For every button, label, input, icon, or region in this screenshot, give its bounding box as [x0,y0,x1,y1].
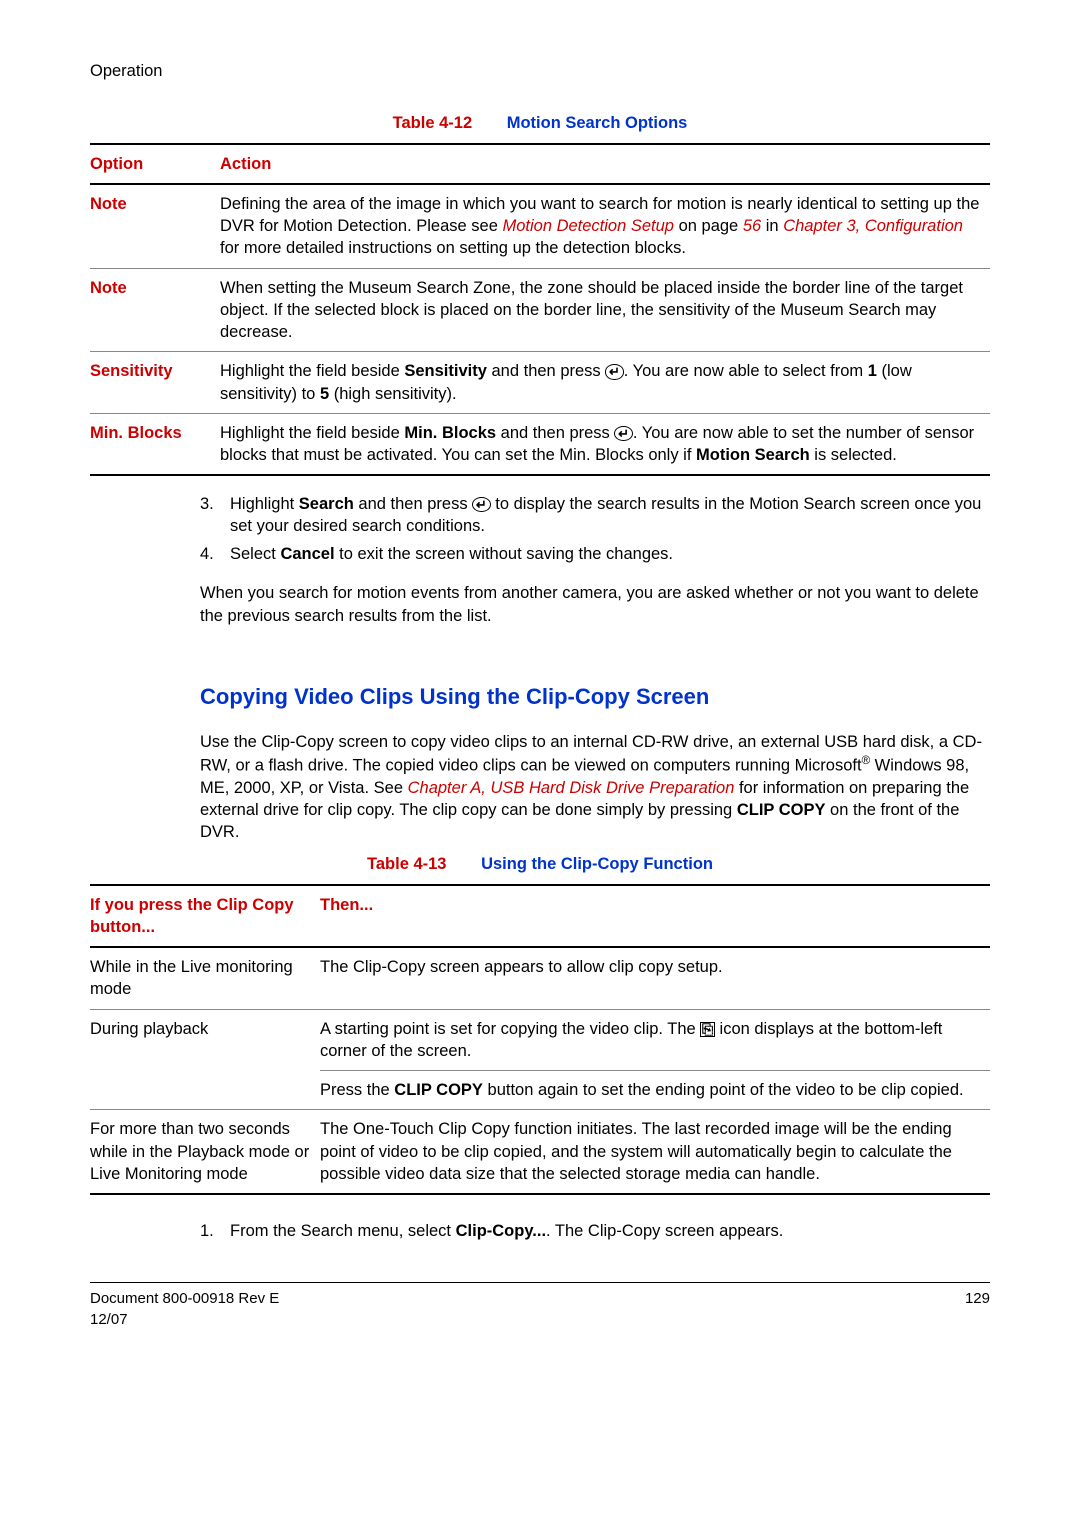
enter-icon: ↵ [614,426,633,441]
table-row: Min. Blocks Highlight the field beside M… [90,413,990,475]
section-header: Operation [90,60,990,82]
text: Highlight the field beside [220,424,404,442]
text: to exit the screen without saving the ch… [335,545,673,563]
link-usb-prep[interactable]: Chapter A, USB Hard Disk Drive Preparati… [408,779,735,797]
col-if: If you press the Clip Copy button... [90,885,320,948]
col-action: Action [220,144,990,184]
steps-block-b: 1. From the Search menu, select Clip-Cop… [200,1220,990,1242]
bold: Search [299,495,354,513]
text: is selected. [810,446,897,464]
text: Select [230,545,280,563]
step-1: 1. From the Search menu, select Clip-Cop… [200,1220,990,1242]
table-row: Note Defining the area of the image in w… [90,184,990,268]
text: on page [674,217,743,235]
bold: CLIP COPY [737,801,826,819]
clip-copy-intro: Use the Clip-Copy screen to copy video c… [200,731,990,843]
table-12-number: Table 4-12 [393,114,472,132]
table-row: While in the Live monitoring mode The Cl… [90,947,990,1009]
heading-clip-copy: Copying Video Clips Using the Clip-Copy … [200,682,990,712]
text: and then press [496,424,614,442]
bold: 1 [868,362,877,380]
text: (high sensitivity). [329,385,456,403]
bold: Clip-Copy... [456,1222,546,1240]
text: in [761,217,783,235]
table-12-caption: Table 4-12 Motion Search Options [90,112,990,134]
step-3: 3. Highlight Search and then press ↵ to … [200,493,990,538]
note-label: Note [90,184,220,268]
table-13-number: Table 4-13 [367,855,446,873]
text: A starting point is set for copying the … [320,1020,700,1038]
text: and then press [354,495,472,513]
text: Highlight [230,495,299,513]
r2-c2b: Press the CLIP COPY button again to set … [320,1071,990,1110]
minblocks-label: Min. Blocks [90,413,220,475]
enter-icon: ↵ [472,497,491,512]
clip-copy-function-table: If you press the Clip Copy button... The… [90,884,990,1196]
link-motion-detection-setup[interactable]: Motion Detection Setup [502,217,674,235]
table-row: Note When setting the Museum Search Zone… [90,268,990,352]
text: . The Clip-Copy screen appears. [546,1222,783,1240]
text: and then press [487,362,605,380]
r1-c1: While in the Live monitoring mode [90,947,320,1009]
table-13-caption: Table 4-13 Using the Clip-Copy Function [90,853,990,875]
copy-icon: ⎘ [700,1022,715,1037]
page-number: 129 [965,1289,990,1330]
motion-search-options-table: Option Action Note Defining the area of … [90,143,990,477]
text: From the Search menu, select [230,1222,456,1240]
sensitivity-text: Highlight the field beside Sensitivity a… [220,352,990,414]
step-number: 4. [200,543,230,565]
page-ref[interactable]: 56 [743,217,761,235]
r3-c1: For more than two seconds while in the P… [90,1110,320,1194]
link-chapter3[interactable]: Chapter 3, Configuration [783,217,963,235]
note2-text: When setting the Museum Search Zone, the… [220,268,990,352]
minblocks-text: Highlight the field beside Min. Blocks a… [220,413,990,475]
col-then: Then... [320,885,990,948]
doc-date: 12/07 [90,1311,128,1328]
bold: CLIP COPY [394,1081,483,1099]
bold: 5 [320,385,329,403]
note-label: Note [90,268,220,352]
table-row: For more than two seconds while in the P… [90,1110,990,1194]
text: Highlight the field beside [220,362,404,380]
r1-c2: The Clip-Copy screen appears to allow cl… [320,947,990,1009]
step-number: 1. [200,1220,230,1242]
r2-c1: During playback [90,1009,320,1110]
step-number: 3. [200,493,230,538]
bold: Min. Blocks [404,424,496,442]
steps-block-a: 3. Highlight Search and then press ↵ to … [200,493,990,843]
step-4: 4. Select Cancel to exit the screen with… [200,543,990,565]
text: button again to set the ending point of … [483,1081,964,1099]
col-option: Option [90,144,220,184]
note1-text: Defining the area of the image in which … [220,184,990,268]
enter-icon: ↵ [605,364,624,379]
sensitivity-label: Sensitivity [90,352,220,414]
text: Press the [320,1081,394,1099]
table-13-title: Using the Clip-Copy Function [481,855,713,873]
page-footer: Document 800-00918 Rev E 12/07 129 [90,1282,990,1330]
bold: Cancel [280,545,334,563]
bold: Sensitivity [404,362,487,380]
r3-c2: The One-Touch Clip Copy function initiat… [320,1110,990,1194]
text: for more detailed instructions on settin… [220,239,686,257]
doc-number: Document 800-00918 Rev E [90,1290,279,1307]
text: . You are now able to select from [624,362,868,380]
r2-c2a: A starting point is set for copying the … [320,1009,990,1071]
table-row: During playback A starting point is set … [90,1009,990,1071]
after-steps-para: When you search for motion events from a… [200,582,990,627]
table-12-title: Motion Search Options [507,114,688,132]
registered-symbol: ® [862,755,871,767]
table-row: Sensitivity Highlight the field beside S… [90,352,990,414]
bold: Motion Search [696,446,810,464]
